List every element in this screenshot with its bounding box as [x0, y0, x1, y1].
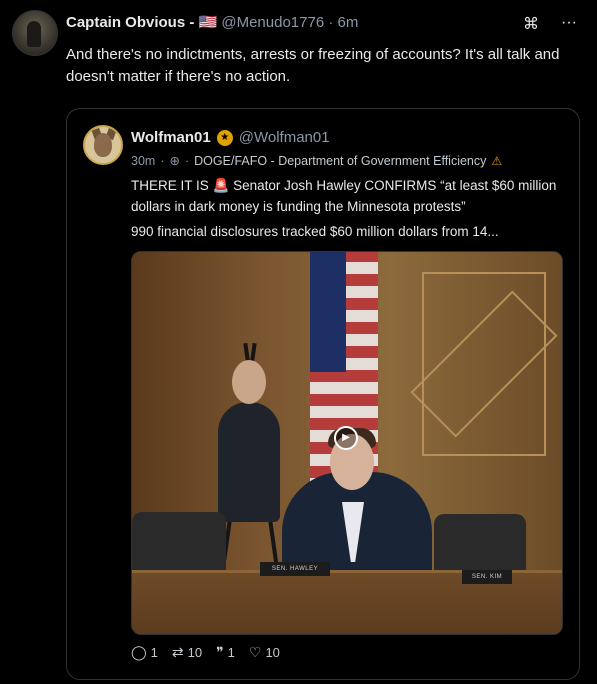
post-time[interactable]: 6m [338, 14, 359, 31]
repost-button[interactable]: ⇄ 10 [172, 644, 202, 661]
quoted-author-name[interactable]: Wolfman01 [131, 129, 211, 146]
flag-canton [310, 252, 346, 372]
aide-figure [218, 360, 280, 522]
quoted-text: THERE IT IS 🚨 Senator Josh Hawley CONFIR… [131, 178, 557, 214]
quoted-author-handle[interactable]: @Wolfman01 [239, 129, 330, 146]
verified-badge-icon: ★ [216, 129, 233, 146]
author-handle[interactable]: @Menudo1776 [221, 14, 324, 31]
quote-button[interactable]: ❞ 1 [216, 644, 235, 661]
author-name[interactable]: Captain Obvious - 🇺🇸 [66, 14, 217, 31]
author-avatar[interactable] [12, 10, 58, 56]
more-icon[interactable]: ··· [561, 14, 577, 34]
quoted-post[interactable]: Wolfman01 ★ @Wolfman01 30m · ⊕ · DOGE/FA… [66, 108, 580, 680]
quoted-meta: 30m · ⊕ · DOGE/FAFO - Department of Gove… [131, 153, 503, 169]
heart-icon: ♡ [248, 644, 262, 660]
video-player[interactable]: SEN. HAWLEY SEN. KIM ▶ [131, 251, 563, 635]
command-icon[interactable]: ⌘ [523, 14, 539, 34]
warning-icon: ⚠ [491, 153, 503, 168]
quote-count: 1 [227, 645, 235, 660]
repost-icon: ⇄ [171, 644, 184, 660]
like-count: 10 [265, 645, 280, 660]
quoted-header: Wolfman01 ★ @Wolfman01 [131, 129, 330, 146]
quoted-author-avatar[interactable] [83, 125, 123, 165]
reply-count: 1 [150, 645, 158, 660]
nameplate-left: SEN. HAWLEY [260, 562, 330, 576]
community-name[interactable]: DOGE/FAFO - Department of Government Eff… [194, 154, 486, 168]
quote-icon: ❞ [216, 644, 224, 660]
post-top-actions: ⌘ ··· [523, 14, 577, 34]
post-text: And there's no indictments, arrests or f… [66, 46, 560, 85]
like-button[interactable]: ♡ 10 [249, 644, 280, 661]
quoted-text-continued: 990 financial disclosures tracked $60 mi… [131, 224, 499, 239]
repost-count: 10 [187, 645, 203, 660]
nameplate-right: SEN. KIM [462, 570, 512, 584]
quoted-actions: ◯ 1 ⇄ 10 ❞ 1 ♡ 10 [131, 644, 280, 661]
post-header: Captain Obvious - 🇺🇸 @Menudo1776 · 6m [66, 13, 358, 31]
globe-icon: ⊕ [169, 154, 180, 168]
post: Captain Obvious - 🇺🇸 @Menudo1776 · 6m ⌘ … [0, 0, 597, 684]
reply-button[interactable]: ◯ 1 [131, 644, 158, 661]
separator-dot: · [328, 14, 334, 31]
quoted-time[interactable]: 30m [131, 154, 155, 168]
reply-icon: ◯ [131, 644, 147, 660]
play-icon[interactable]: ▶ [334, 426, 358, 450]
